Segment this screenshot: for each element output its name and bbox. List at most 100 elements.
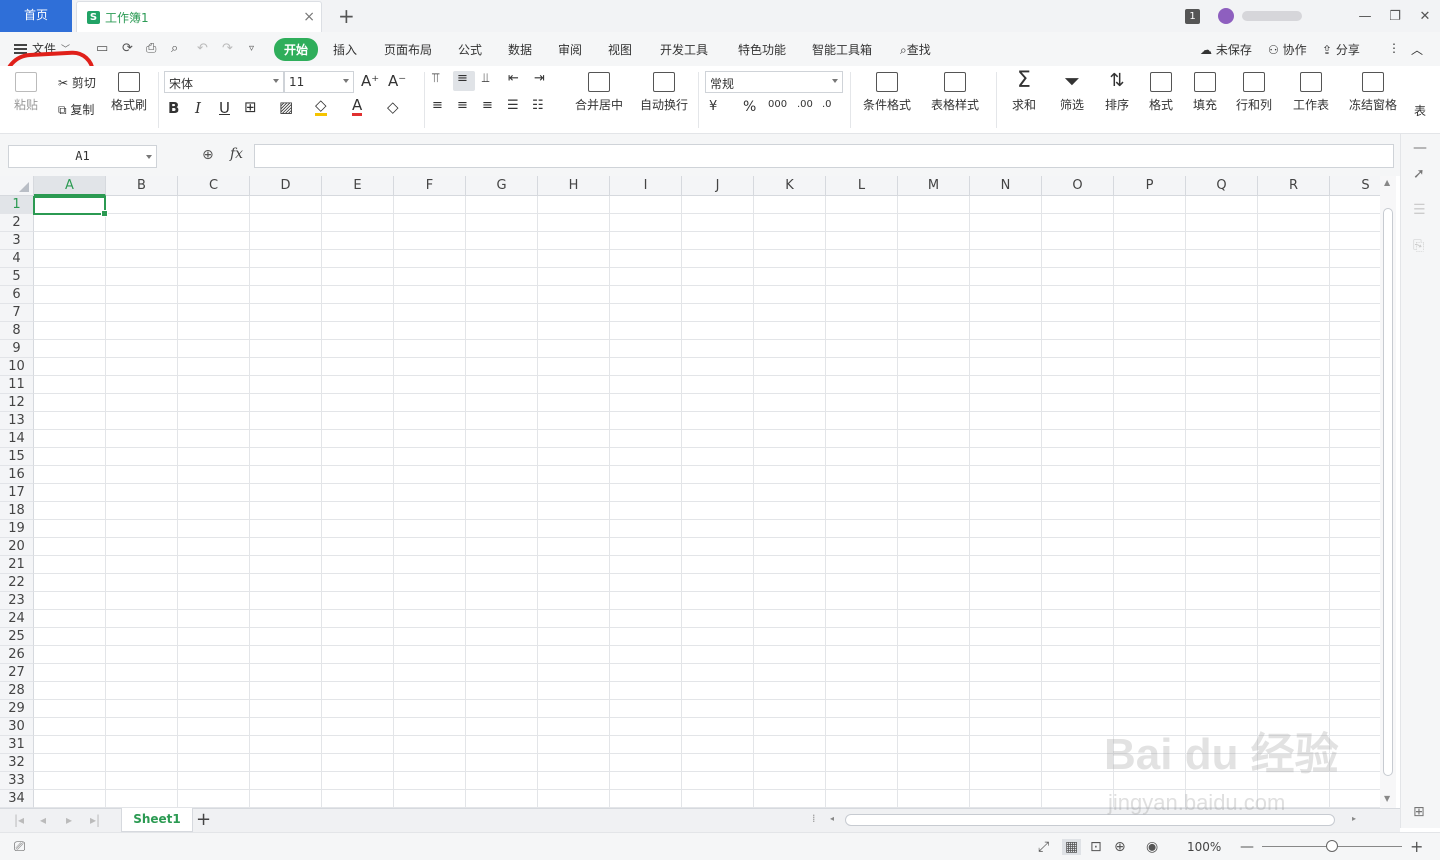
- tab-data[interactable]: 数据: [508, 41, 532, 58]
- backup-icon[interactable]: ⎘: [1413, 238, 1424, 254]
- zoom-formula-icon[interactable]: ⊕: [202, 147, 214, 163]
- close-tab-icon[interactable]: ×: [303, 9, 315, 25]
- formula-input[interactable]: [254, 144, 1394, 168]
- table-tools-overflow[interactable]: 表: [1414, 102, 1426, 119]
- row-header-18[interactable]: 18: [0, 502, 34, 520]
- align-middle-icon[interactable]: ≡: [457, 71, 468, 86]
- tab-page-layout[interactable]: 页面布局: [384, 41, 432, 58]
- row-header-4[interactable]: 4: [0, 250, 34, 268]
- workbook-tab[interactable]: S 工作簿1 ×: [76, 1, 322, 32]
- row-header-30[interactable]: 30: [0, 718, 34, 736]
- increase-indent-icon[interactable]: ⇥: [534, 71, 545, 86]
- quick-access-more-icon[interactable]: ▿: [249, 43, 254, 54]
- increase-decimal-icon[interactable]: .00: [797, 99, 813, 110]
- wrap-text-button[interactable]: 自动换行: [636, 72, 692, 113]
- row-header-13[interactable]: 13: [0, 412, 34, 430]
- more-options-icon[interactable]: ⋮: [1388, 41, 1400, 55]
- redo-icon[interactable]: ↷: [222, 41, 233, 56]
- row-header-31[interactable]: 31: [0, 736, 34, 754]
- column-header-c[interactable]: C: [178, 176, 250, 196]
- collapse-panel-icon[interactable]: —: [1413, 140, 1427, 156]
- tab-splitter-handle[interactable]: ⁞: [812, 812, 816, 825]
- thousands-icon[interactable]: 000: [768, 99, 787, 110]
- row-header-22[interactable]: 22: [0, 574, 34, 592]
- justify-icon[interactable]: ☰: [507, 98, 519, 113]
- row-header-5[interactable]: 5: [0, 268, 34, 286]
- row-header-24[interactable]: 24: [0, 610, 34, 628]
- zoom-out-icon[interactable]: —: [1240, 839, 1254, 855]
- currency-icon[interactable]: ¥: [709, 99, 717, 114]
- tab-home[interactable]: 开始: [274, 38, 319, 61]
- file-menu-button[interactable]: 文件 ﹀: [14, 40, 70, 57]
- align-right-icon[interactable]: ≡: [482, 98, 493, 113]
- name-box[interactable]: A1: [8, 145, 157, 168]
- tab-view[interactable]: 视图: [608, 41, 632, 58]
- sum-button[interactable]: Σ 求和: [1004, 70, 1044, 113]
- column-header-b[interactable]: B: [106, 176, 178, 196]
- page-break-view-icon[interactable]: ⊡: [1090, 839, 1102, 855]
- border-icon[interactable]: ⊞: [244, 98, 257, 116]
- row-header-29[interactable]: 29: [0, 700, 34, 718]
- select-all-corner[interactable]: [0, 176, 34, 196]
- fill-button[interactable]: 填充: [1184, 72, 1226, 113]
- row-header-34[interactable]: 34: [0, 790, 34, 808]
- format-button[interactable]: 格式: [1140, 72, 1182, 113]
- column-header-q[interactable]: Q: [1186, 176, 1258, 196]
- column-header-j[interactable]: J: [682, 176, 754, 196]
- distributed-icon[interactable]: ☷: [532, 98, 544, 113]
- row-header-9[interactable]: 9: [0, 340, 34, 358]
- row-header-10[interactable]: 10: [0, 358, 34, 376]
- font-name-select[interactable]: 宋体: [164, 71, 284, 93]
- page-layout-view-icon[interactable]: ⊕: [1114, 839, 1126, 855]
- column-header-n[interactable]: N: [970, 176, 1042, 196]
- avatar[interactable]: [1218, 8, 1234, 24]
- save-icon[interactable]: ▭: [96, 41, 108, 56]
- row-header-32[interactable]: 32: [0, 754, 34, 772]
- tab-formulas[interactable]: 公式: [458, 41, 482, 58]
- row-header-7[interactable]: 7: [0, 304, 34, 322]
- unsaved-status[interactable]: ☁ 未保存: [1200, 41, 1252, 58]
- restore-button[interactable]: ❐: [1380, 9, 1410, 24]
- active-cell-a1[interactable]: [33, 196, 108, 217]
- fill-pattern-icon[interactable]: ▨: [279, 98, 293, 116]
- print-icon[interactable]: ⎙: [146, 41, 156, 56]
- zoom-in-icon[interactable]: +: [1410, 837, 1423, 856]
- next-sheet-icon[interactable]: ▸: [66, 813, 72, 827]
- conditional-format-button[interactable]: 条件格式: [858, 72, 916, 113]
- minimize-button[interactable]: —: [1350, 9, 1380, 24]
- add-sheet-button[interactable]: +: [196, 809, 211, 830]
- row-header-21[interactable]: 21: [0, 556, 34, 574]
- row-header-17[interactable]: 17: [0, 484, 34, 502]
- underline-icon[interactable]: U: [219, 99, 230, 117]
- vertical-scrollbar[interactable]: ▲ ▼: [1380, 176, 1396, 808]
- prev-sheet-icon[interactable]: ◂: [40, 813, 46, 827]
- row-header-8[interactable]: 8: [0, 322, 34, 340]
- italic-icon[interactable]: I: [195, 99, 201, 117]
- row-header-11[interactable]: 11: [0, 376, 34, 394]
- properties-icon[interactable]: ☰: [1413, 202, 1426, 218]
- number-format-select[interactable]: 常规: [705, 71, 843, 93]
- home-tab[interactable]: 首页: [0, 0, 72, 32]
- column-header-h[interactable]: H: [538, 176, 610, 196]
- row-header-2[interactable]: 2: [0, 214, 34, 232]
- row-header-26[interactable]: 26: [0, 646, 34, 664]
- collaborate-button[interactable]: ⚇ 协作: [1268, 41, 1307, 58]
- new-tab-button[interactable]: +: [338, 4, 355, 28]
- scroll-right-icon[interactable]: ▸: [1352, 814, 1356, 823]
- bold-icon[interactable]: B: [168, 99, 179, 117]
- font-size-select[interactable]: 11: [284, 71, 354, 93]
- cursor-select-icon[interactable]: ➚: [1413, 166, 1425, 182]
- align-top-icon[interactable]: ⫪: [432, 71, 439, 86]
- export-icon[interactable]: ⟳: [122, 41, 133, 56]
- column-header-m[interactable]: M: [898, 176, 970, 196]
- window-count-badge[interactable]: 1: [1185, 8, 1200, 24]
- tab-smart-toolbox[interactable]: 智能工具箱: [812, 41, 872, 58]
- tab-review[interactable]: 审阅: [558, 41, 582, 58]
- row-header-19[interactable]: 19: [0, 520, 34, 538]
- tab-insert[interactable]: 插入: [333, 41, 357, 58]
- column-header-r[interactable]: R: [1258, 176, 1330, 196]
- fullscreen-icon[interactable]: ⤢: [1038, 839, 1049, 855]
- row-header-15[interactable]: 15: [0, 448, 34, 466]
- row-header-27[interactable]: 27: [0, 664, 34, 682]
- column-header-e[interactable]: E: [322, 176, 394, 196]
